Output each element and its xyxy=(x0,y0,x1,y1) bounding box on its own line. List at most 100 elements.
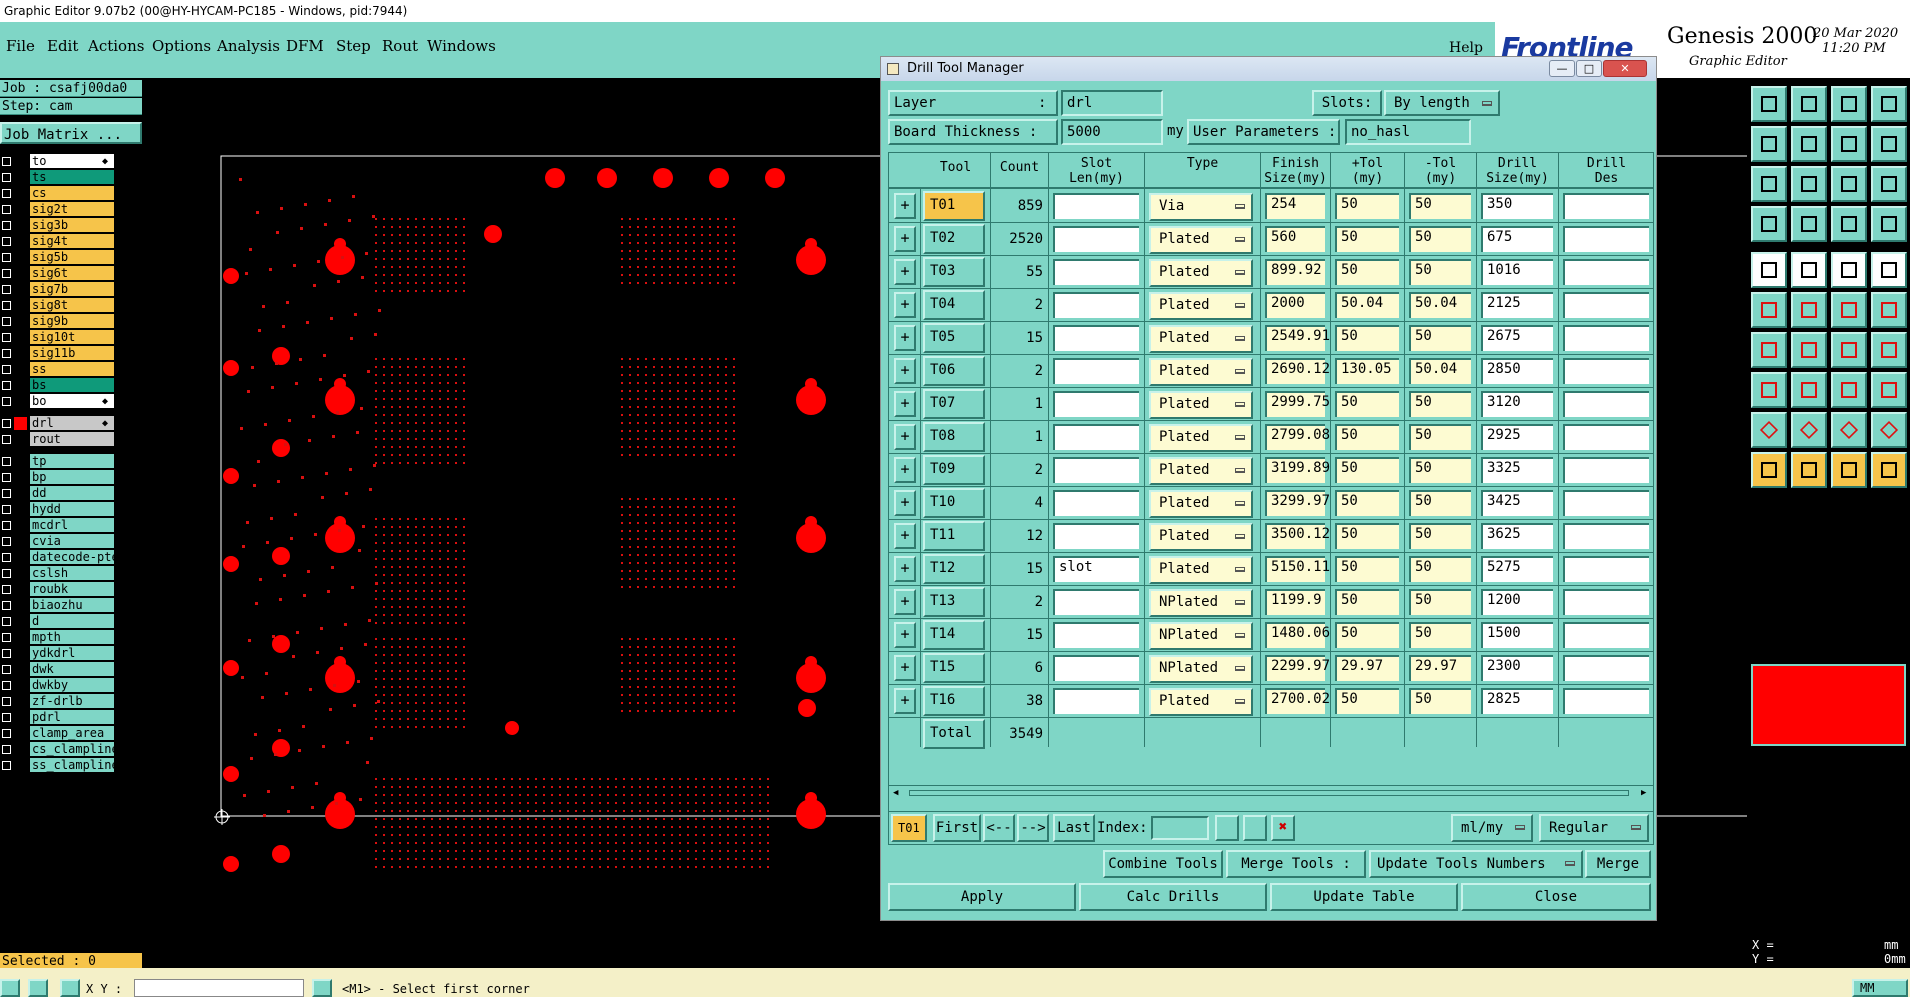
slot-length-input[interactable] xyxy=(1053,325,1139,351)
drill-size-input[interactable]: 350 xyxy=(1481,193,1553,219)
layers-icon[interactable] xyxy=(1871,86,1907,122)
slot-length-input[interactable] xyxy=(1053,391,1139,417)
tool-id[interactable]: T11 xyxy=(923,521,985,551)
snap-icon[interactable] xyxy=(28,979,48,997)
layer-checkbox[interactable] xyxy=(2,435,11,444)
drill-des-input[interactable] xyxy=(1563,292,1649,318)
expand-row-button[interactable]: + xyxy=(894,358,916,384)
scroll-right-icon[interactable]: ▶ xyxy=(1641,788,1646,798)
finish-size-input[interactable]: 2700.02 xyxy=(1265,688,1330,714)
slot-length-input[interactable] xyxy=(1053,523,1139,549)
layer-row[interactable]: sig8t xyxy=(0,298,118,313)
expand-row-button[interactable]: + xyxy=(894,259,916,285)
tool-id[interactable]: T12 xyxy=(923,554,985,584)
measure-icon[interactable] xyxy=(1831,372,1867,408)
minus-tol-input[interactable]: 50 xyxy=(1409,490,1471,516)
layer-row[interactable]: roubk xyxy=(0,582,118,597)
plus-tol-input[interactable]: 50 xyxy=(1335,523,1399,549)
minus-tol-input[interactable]: 50.04 xyxy=(1409,358,1471,384)
layer-row[interactable]: d xyxy=(0,614,118,629)
layer-checkbox[interactable] xyxy=(2,681,11,690)
slot-length-input[interactable] xyxy=(1053,193,1139,219)
drill-size-input[interactable]: 3325 xyxy=(1481,457,1553,483)
drill-size-input[interactable]: 3120 xyxy=(1481,391,1553,417)
menu-help[interactable]: Help xyxy=(1449,40,1483,56)
fit-icon[interactable] xyxy=(1751,166,1787,202)
layer-row[interactable]: sig11b xyxy=(0,346,118,361)
move-right-icon[interactable] xyxy=(1791,126,1827,162)
finish-size-input[interactable]: 2299.97 xyxy=(1265,655,1330,681)
minus-tol-input[interactable]: 50 xyxy=(1409,622,1471,648)
menu-windows[interactable]: Windows xyxy=(427,37,496,55)
plus-tol-input[interactable]: 50 xyxy=(1335,325,1399,351)
expand-row-button[interactable]: + xyxy=(894,589,916,615)
drill-size-input[interactable]: 3425 xyxy=(1481,490,1553,516)
layer-row[interactable]: dd xyxy=(0,486,118,501)
type-select[interactable]: Plated xyxy=(1149,358,1253,386)
type-select[interactable]: Via xyxy=(1149,193,1253,221)
drill-des-input[interactable] xyxy=(1563,325,1649,351)
menu-actions[interactable]: Actions xyxy=(88,37,144,55)
drill-size-input[interactable]: 675 xyxy=(1481,226,1553,252)
type-select[interactable]: Plated xyxy=(1149,226,1253,254)
slot-length-input[interactable] xyxy=(1053,457,1139,483)
layer-row[interactable]: tp xyxy=(0,454,118,469)
job-matrix-button[interactable]: Job Matrix ... xyxy=(0,122,142,144)
plus-tol-input[interactable]: 50 xyxy=(1335,193,1399,219)
update-table-button[interactable]: Update Table xyxy=(1270,883,1458,911)
finish-size-input[interactable]: 3500.12 xyxy=(1265,523,1330,549)
grid-icon[interactable] xyxy=(60,979,80,997)
minus-tol-input[interactable]: 50 xyxy=(1409,589,1471,615)
tool-id[interactable]: T10 xyxy=(923,488,985,518)
minus-tol-input[interactable]: 50 xyxy=(1409,259,1471,285)
layer-checkbox[interactable] xyxy=(2,473,11,482)
pattern-icon[interactable] xyxy=(1871,332,1907,368)
apply-button[interactable]: Apply xyxy=(888,883,1076,911)
layer-row[interactable]: biaozhu xyxy=(0,598,118,613)
mirror-icon[interactable] xyxy=(1831,126,1867,162)
user-parameters-button[interactable]: User Parameters : xyxy=(1187,119,1340,145)
refresh-icon[interactable] xyxy=(1243,815,1267,841)
layer-row[interactable]: clamp_area xyxy=(0,726,118,741)
layer-row[interactable]: rout xyxy=(0,432,118,447)
slots-select[interactable]: By length xyxy=(1384,90,1500,116)
slot-length-input[interactable] xyxy=(1053,688,1139,714)
type-select[interactable]: NPlated xyxy=(1149,589,1253,617)
slot-length-input[interactable] xyxy=(1053,589,1139,615)
drill-size-input[interactable]: 2125 xyxy=(1481,292,1553,318)
copy-icon[interactable] xyxy=(1871,372,1907,408)
plus-tol-input[interactable]: 130.05 xyxy=(1335,358,1399,384)
layer-checkbox[interactable] xyxy=(2,697,11,706)
slot-length-input[interactable] xyxy=(1053,292,1139,318)
layer-row[interactable]: mpth xyxy=(0,630,118,645)
layer-row[interactable]: ts xyxy=(0,170,118,185)
horizontal-scrollbar[interactable]: ◀ ▶ xyxy=(889,785,1653,800)
tool-id[interactable]: T02 xyxy=(923,224,985,254)
layer-checkbox[interactable] xyxy=(2,745,11,754)
layer-checkbox[interactable] xyxy=(2,537,11,546)
layer-row[interactable]: ss xyxy=(0,362,118,377)
layer-row[interactable]: mcdrl xyxy=(0,518,118,533)
slot-length-input[interactable] xyxy=(1053,259,1139,285)
board-thickness-input[interactable]: 5000 xyxy=(1061,119,1163,145)
tool-id[interactable]: T14 xyxy=(923,620,985,650)
plus-tol-input[interactable]: 50.04 xyxy=(1335,292,1399,318)
layer-row[interactable]: sig5b xyxy=(0,250,118,265)
pick-area-icon[interactable] xyxy=(1871,452,1907,488)
layer-checkbox[interactable] xyxy=(2,761,11,770)
finish-size-input[interactable]: 1480.06 xyxy=(1265,622,1330,648)
drill-des-input[interactable] xyxy=(1563,358,1649,384)
layer-row[interactable]: to ◆ xyxy=(0,154,118,169)
tool-id[interactable]: T06 xyxy=(923,356,985,386)
layer-checkbox[interactable] xyxy=(2,601,11,610)
layer-row[interactable]: cs_clampline xyxy=(0,742,118,757)
finish-size-input[interactable]: 3299.97 xyxy=(1265,490,1330,516)
type-select[interactable]: NPlated xyxy=(1149,655,1253,683)
plus-tol-input[interactable]: 50 xyxy=(1335,457,1399,483)
layer-checkbox[interactable] xyxy=(2,173,11,182)
menu-step[interactable]: Step xyxy=(336,37,371,55)
ratio-icon[interactable] xyxy=(1831,166,1867,202)
type-select[interactable]: Plated xyxy=(1149,424,1253,452)
circle-icon[interactable] xyxy=(1871,252,1907,288)
expand-row-button[interactable]: + xyxy=(894,688,916,714)
